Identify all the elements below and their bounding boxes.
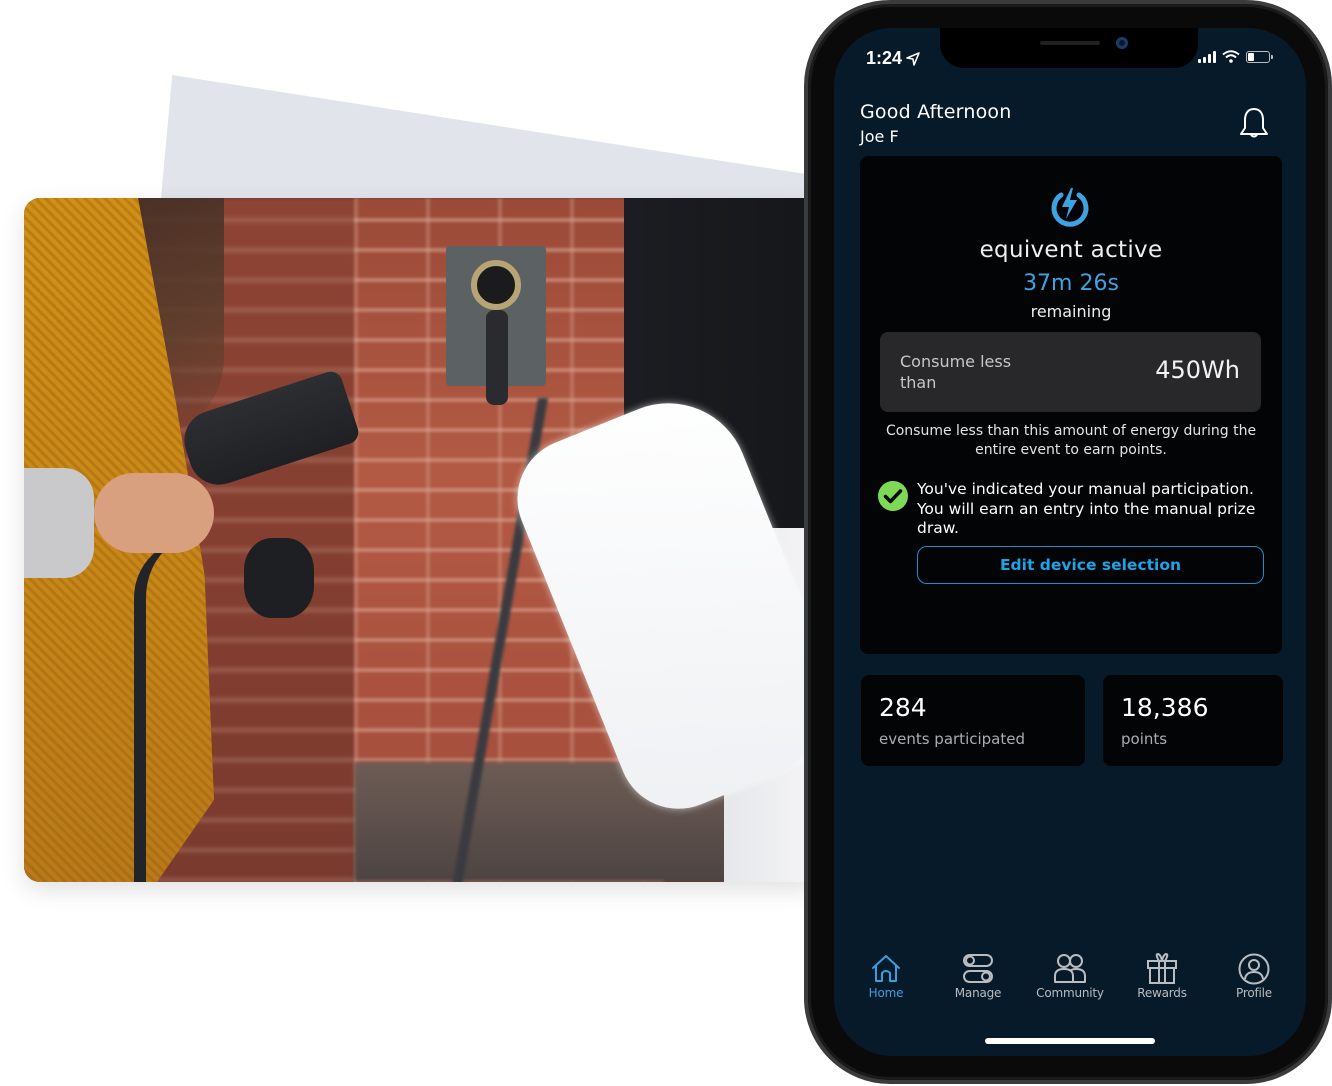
tab-community[interactable]: Community bbox=[1025, 952, 1115, 1000]
power-bolt-icon bbox=[1051, 188, 1089, 227]
tab-profile-label: Profile bbox=[1236, 986, 1272, 1000]
location-arrow-icon bbox=[906, 51, 920, 66]
event-timer-suffix: remaining bbox=[1030, 302, 1112, 321]
tab-profile[interactable]: Profile bbox=[1209, 952, 1299, 1000]
people-icon bbox=[1054, 954, 1086, 983]
stat-events-value: 284 bbox=[879, 693, 927, 722]
phone-notch bbox=[940, 28, 1198, 68]
status-time-text: 1:24 bbox=[866, 48, 903, 68]
phone-camera bbox=[1116, 37, 1128, 49]
stat-points-value: 18,386 bbox=[1121, 693, 1209, 722]
energy-target-hint: Consume less than this amount of energy … bbox=[885, 423, 1257, 458]
photo-connector-cap bbox=[244, 538, 314, 618]
battery-icon bbox=[1246, 50, 1273, 63]
gift-icon bbox=[1147, 952, 1177, 984]
photo-wallbox-ring bbox=[471, 260, 521, 310]
tab-manage-label: Manage bbox=[954, 986, 1002, 1000]
greeting-text: Good Afternoon bbox=[860, 101, 1012, 123]
check-circle-icon bbox=[878, 481, 908, 511]
phone-speaker bbox=[1040, 41, 1100, 45]
cellular-signal-icon bbox=[1198, 50, 1216, 63]
stat-points-label: points bbox=[1121, 730, 1168, 748]
edit-device-selection-button[interactable]: Edit device selection bbox=[917, 546, 1264, 584]
tab-community-label: Community bbox=[1036, 986, 1104, 1000]
user-name: Joe F bbox=[860, 127, 899, 146]
energy-target-value: 450Wh bbox=[1155, 356, 1240, 384]
photo-wallbox-plug bbox=[486, 310, 508, 405]
bottom-tab-bar: Home Manage Community Rewards Profile bbox=[840, 952, 1300, 1012]
profile-icon bbox=[1238, 953, 1270, 985]
status-bar-time: 1:24 bbox=[866, 48, 920, 69]
status-bar-icons bbox=[1198, 50, 1273, 63]
photo-sleeve bbox=[24, 468, 94, 578]
tab-rewards-label: Rewards bbox=[1137, 986, 1187, 1000]
photo-hand bbox=[94, 473, 214, 553]
tab-rewards[interactable]: Rewards bbox=[1117, 952, 1207, 1000]
energy-target-label: Consume less than bbox=[900, 352, 1012, 392]
participation-message: You've indicated your manual participati… bbox=[917, 480, 1256, 537]
hero-photo bbox=[24, 198, 814, 882]
toggle-icon bbox=[963, 954, 993, 983]
tab-home-label: Home bbox=[868, 986, 904, 1000]
stat-card-points: 18,386 points bbox=[1103, 675, 1283, 766]
tab-home[interactable]: Home bbox=[841, 952, 931, 1000]
home-indicator[interactable] bbox=[985, 1038, 1155, 1044]
photo-connector-hose bbox=[134, 538, 214, 882]
tab-manage[interactable]: Manage bbox=[933, 952, 1023, 1000]
bell-icon[interactable] bbox=[1238, 106, 1270, 142]
stat-card-events: 284 events participated bbox=[861, 675, 1085, 766]
wifi-icon bbox=[1222, 50, 1240, 63]
event-title: equivent active bbox=[979, 237, 1163, 263]
stat-events-label: events participated bbox=[879, 730, 1025, 748]
event-timer: 37m 26s bbox=[1023, 271, 1119, 296]
home-icon bbox=[872, 955, 900, 982]
